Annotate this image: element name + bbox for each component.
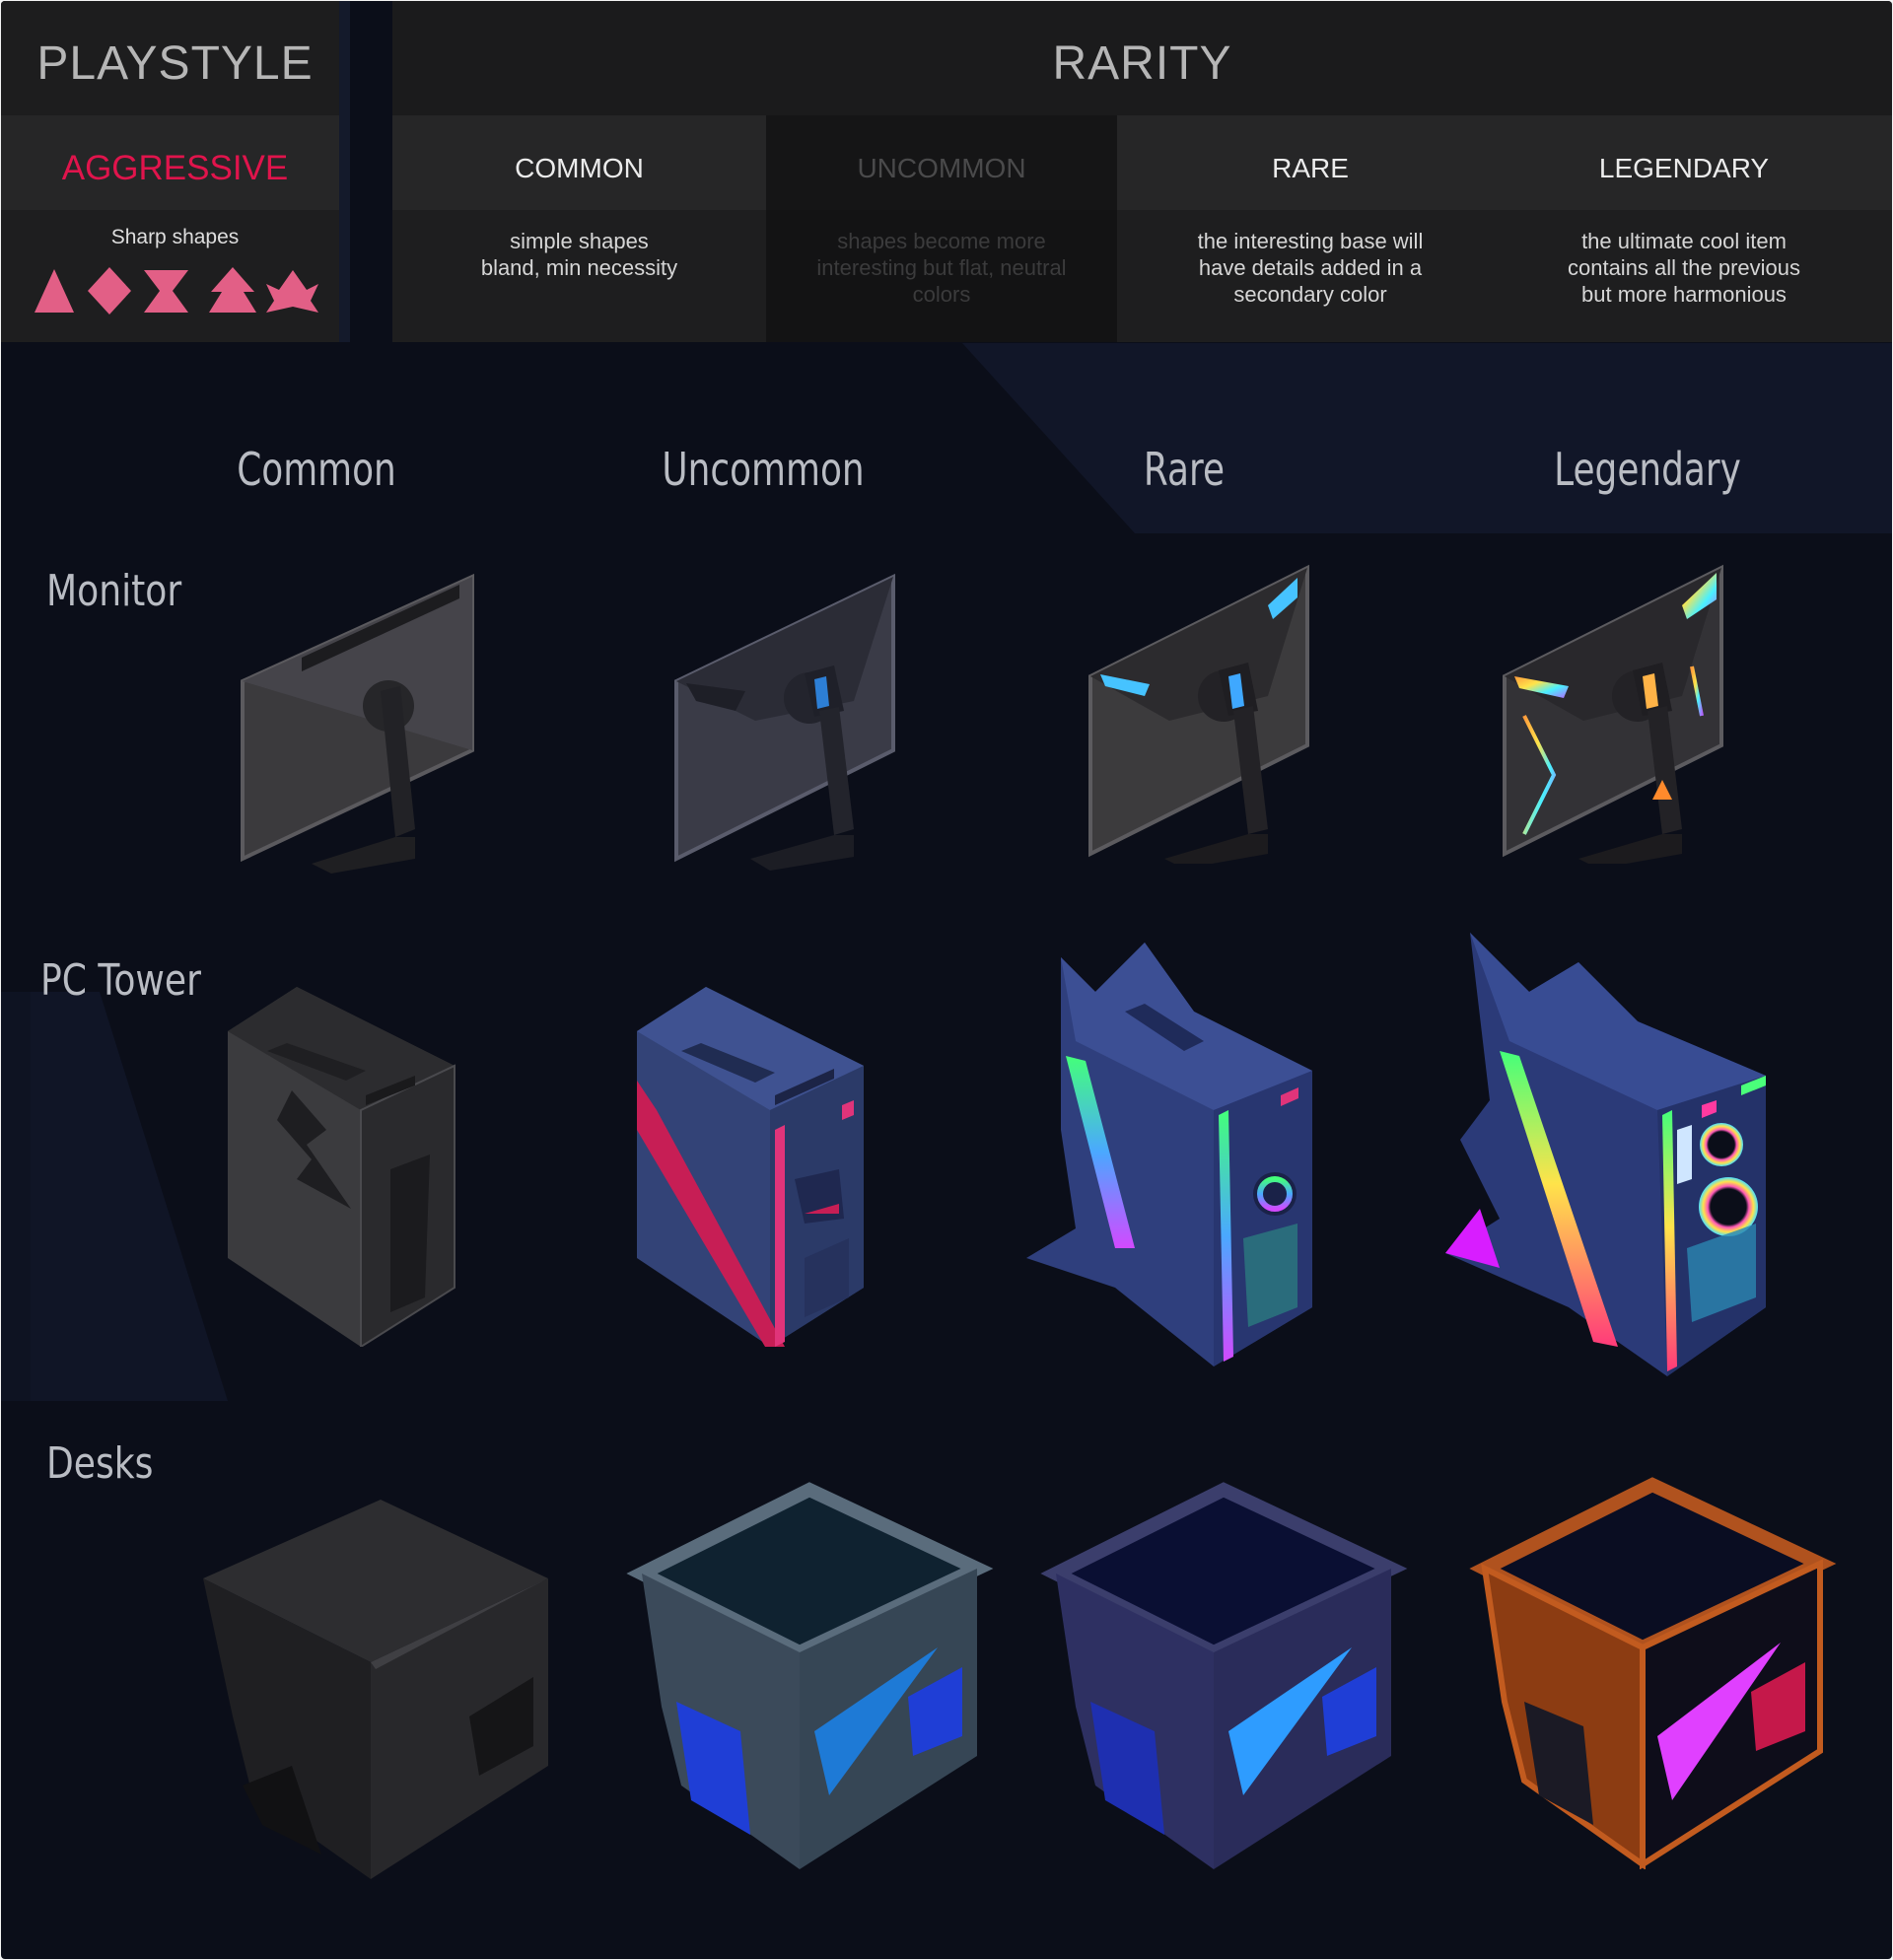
rarity-col-legendary: LEGENDARY the ultimate cool item contain…: [1504, 115, 1892, 342]
column-heading-rare: Rare: [1143, 443, 1226, 496]
column-heading-common: Common: [237, 443, 396, 496]
monitor-common[interactable]: [223, 563, 479, 878]
rarity-label-uncommon: UNCOMMON: [857, 153, 1026, 183]
column-heading-legendary: Legendary: [1554, 443, 1741, 496]
sharp-shapes-icons: [35, 267, 318, 315]
tower-common[interactable]: [218, 972, 474, 1347]
rarity-col-rare: RARE the interesting base will have deta…: [1117, 115, 1504, 342]
tower-legendary[interactable]: [1440, 923, 1795, 1386]
row-label-pc-tower: PC Tower: [40, 955, 201, 1006]
row-label-desks: Desks: [46, 1438, 154, 1489]
rarity-col-uncommon: UNCOMMON shapes become more interesting …: [766, 115, 1117, 342]
rarity-label-legendary: LEGENDARY: [1598, 153, 1770, 183]
rarity-label-rare: RARE: [1272, 153, 1349, 183]
rarity-header: RARITY: [1052, 37, 1232, 90]
diamond-icon: [88, 267, 131, 315]
rarity-desc-rare: the interesting base will have details a…: [1197, 229, 1424, 307]
rarity-desc-uncommon: shapes become more interesting but flat,…: [816, 229, 1067, 307]
star-icon: [266, 270, 318, 313]
hourglass-icon: [144, 270, 188, 313]
playstyle-panel: PLAYSTYLE AGGRESSIVE Sharp shapes: [1, 1, 339, 342]
row-label-monitor: Monitor: [46, 566, 182, 616]
arrow-up-icon: [209, 267, 256, 313]
desk-uncommon[interactable]: [622, 1480, 997, 1874]
rarity-col-common: COMMON simple shapes bland, min necessit…: [392, 115, 766, 342]
rarity-sheet: PLAYSTYLE AGGRESSIVE Sharp shapes RARITY…: [1, 1, 1892, 1959]
tower-uncommon[interactable]: [627, 972, 883, 1347]
monitor-legendary[interactable]: [1485, 548, 1741, 864]
monitor-uncommon[interactable]: [657, 563, 913, 878]
rarity-desc-legendary: the ultimate cool item contains all the …: [1567, 229, 1801, 307]
header-divider: [339, 1, 392, 342]
column-heading-uncommon: Uncommon: [662, 443, 865, 496]
playstyle-type: AGGRESSIVE: [61, 149, 289, 187]
desk-rare[interactable]: [1036, 1480, 1411, 1874]
shape-label: Sharp shapes: [110, 226, 240, 248]
triangle-icon: [35, 269, 74, 313]
desk-legendary[interactable]: [1465, 1475, 1840, 1869]
tower-rare[interactable]: [1017, 933, 1332, 1376]
monitor-rare[interactable]: [1071, 548, 1327, 864]
desk-common[interactable]: [193, 1490, 568, 1884]
playstyle-header: PLAYSTYLE: [36, 37, 314, 90]
rarity-label-common: COMMON: [515, 153, 644, 183]
rarity-panel: RARITY COMMON simple shapes bland, min n…: [392, 1, 1892, 342]
rarity-desc-common: simple shapes bland, min necessity: [480, 229, 678, 280]
